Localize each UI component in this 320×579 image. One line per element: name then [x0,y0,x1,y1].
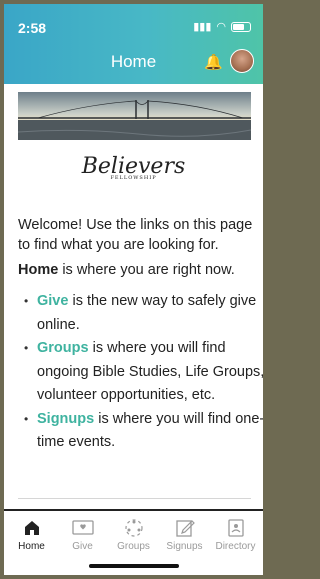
feature-list: Give is the new way to safely give onlin… [18,290,263,455]
tab-groups[interactable]: Groups [108,517,159,552]
signal-icon: ▮▮▮ [193,21,212,33]
page-title: Home [110,52,157,71]
tab-home[interactable]: Home [6,517,57,552]
list-item: Give is the new way to safely give onlin… [24,290,263,337]
tab-directory[interactable]: Directory [210,517,261,552]
bridge-banner-image [18,92,251,140]
groups-icon [124,519,143,537]
home-label: Home [18,262,59,278]
top-bar: 2:58 ▮▮▮ ◠ Home 🔔 [4,4,263,84]
tab-give[interactable]: Give [57,517,108,552]
groups-link[interactable]: Groups [37,340,89,356]
directory-icon [227,519,244,537]
home-indicator [89,564,179,568]
status-icons: ▮▮▮ ◠ [193,20,251,33]
status-time: 2:58 [18,20,47,36]
give-link[interactable]: Give [37,293,68,309]
give-icon [71,520,94,535]
app-screen: 2:58 ▮▮▮ ◠ Home 🔔 Believers FELLOWSHIP W… [4,4,263,575]
bell-icon[interactable]: 🔔 [204,53,223,71]
list-item: Groups is where you will find ongoing Bi… [24,337,263,408]
list-item: Signups is where you will find one-time … [24,408,263,455]
avatar[interactable] [230,49,254,73]
wifi-icon: ◠ [216,21,226,33]
church-logo: Believers FELLOWSHIP [81,154,186,181]
welcome-text: Welcome! Use the links on this page to f… [18,217,253,253]
divider [18,498,251,499]
signups-icon [175,520,195,537]
home-description: Home is where you are right now. [18,262,235,278]
signups-link[interactable]: Signups [37,411,94,427]
home-icon [24,521,39,535]
main-content: Believers FELLOWSHIP Welcome! Use the li… [4,84,263,509]
battery-icon [231,21,251,32]
tab-signups[interactable]: Signups [159,517,210,552]
